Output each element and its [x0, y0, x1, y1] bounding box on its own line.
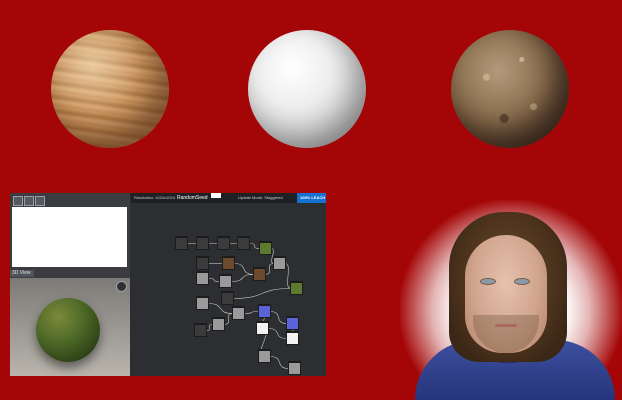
graph-node[interactable] — [288, 361, 301, 375]
node-link — [233, 263, 255, 275]
graph-toolbar: Resolution: 1024x1024 RandomSeed Update … — [131, 193, 326, 203]
graph-node[interactable] — [286, 316, 299, 330]
left-eye-icon — [481, 279, 495, 284]
resolution-label[interactable]: Resolution: 1024x1024 — [134, 193, 175, 203]
graph-node-thumbnail — [287, 333, 298, 344]
graph-node-thumbnail — [223, 258, 234, 269]
node-link — [269, 311, 288, 324]
material-editor-window: 3D View Resolution: 1024x1024 RandomSeed… — [10, 193, 326, 376]
graph-node-thumbnail — [220, 276, 231, 287]
update-mode-select[interactable]: Update Mode: Staggered — [238, 193, 283, 203]
graph-node[interactable] — [219, 274, 232, 288]
node-link — [269, 356, 290, 369]
graph-node[interactable] — [290, 281, 303, 295]
graph-node-thumbnail — [176, 238, 187, 249]
graph-node[interactable] — [258, 304, 271, 318]
graph-node[interactable] — [221, 291, 234, 305]
random-seed-input[interactable] — [211, 193, 221, 198]
graph-node-thumbnail — [222, 293, 233, 304]
graph-node-thumbnail — [287, 318, 298, 329]
viewport-settings-icon[interactable] — [116, 281, 127, 292]
portrait-face — [465, 235, 547, 353]
graph-node[interactable] — [253, 267, 266, 281]
tool-button-2[interactable] — [24, 196, 34, 206]
graph-node[interactable] — [232, 306, 245, 320]
right-eye-icon — [515, 279, 529, 284]
graph-node-thumbnail — [238, 238, 249, 249]
graph-node[interactable] — [196, 256, 209, 270]
graph-node-thumbnail — [197, 238, 208, 249]
author-portrait — [400, 200, 622, 400]
graph-node[interactable] — [286, 331, 299, 345]
graph-node[interactable] — [212, 317, 225, 331]
portrait-beard — [473, 315, 539, 353]
graph-node[interactable] — [222, 256, 235, 270]
graph-node[interactable] — [196, 271, 209, 285]
graph-node-thumbnail — [259, 306, 270, 317]
graph-node[interactable] — [237, 236, 250, 250]
node-link — [267, 328, 288, 339]
leach-button[interactable]: 100% LEACH — [297, 193, 326, 203]
graph-node-thumbnail — [233, 308, 244, 319]
graph-node[interactable] — [256, 321, 269, 335]
graph-node-thumbnail — [213, 319, 224, 330]
moss-preview-sphere — [36, 298, 100, 362]
graph-node-thumbnail — [197, 258, 208, 269]
random-seed-label: RandomSeed — [177, 195, 208, 201]
graph-node-thumbnail — [197, 298, 208, 309]
graph-node-thumbnail — [260, 243, 271, 254]
graph-node-thumbnail — [254, 269, 265, 280]
tab-3d-view[interactable]: 3D View — [10, 270, 34, 277]
tool-button-3[interactable] — [35, 196, 45, 206]
left-panel: 3D View — [10, 193, 130, 376]
node-link — [243, 311, 260, 314]
tool-button-1[interactable] — [13, 196, 23, 206]
graph-node[interactable] — [196, 296, 209, 310]
graph-node-thumbnail — [197, 273, 208, 284]
graph-node-thumbnail — [274, 258, 285, 269]
graph-node-thumbnail — [218, 238, 229, 249]
node-link — [248, 243, 261, 249]
portrait-mouth — [495, 324, 517, 327]
graph-node-thumbnail — [291, 283, 302, 294]
node-link — [207, 278, 221, 282]
3d-viewport[interactable] — [10, 278, 130, 376]
graph-node[interactable] — [258, 349, 271, 363]
node-link — [230, 274, 255, 282]
2d-preview — [12, 207, 127, 267]
dirt-material-sphere — [451, 30, 569, 148]
node-graph-area[interactable]: Resolution: 1024x1024 RandomSeed Update … — [131, 193, 326, 376]
graph-node-thumbnail — [289, 363, 300, 374]
graph-node[interactable] — [259, 241, 272, 255]
graph-node[interactable] — [175, 236, 188, 250]
node-link — [223, 313, 234, 325]
graph-node[interactable] — [217, 236, 230, 250]
node-link — [264, 263, 275, 275]
wood-material-sphere — [51, 30, 169, 148]
node-link — [205, 324, 214, 331]
graph-node-thumbnail — [259, 351, 270, 362]
graph-node[interactable] — [196, 236, 209, 250]
node-graph[interactable] — [131, 203, 326, 376]
node-link — [232, 288, 292, 299]
graph-node-thumbnail — [195, 325, 206, 336]
graph-node[interactable] — [273, 256, 286, 270]
plaster-material-sphere — [248, 30, 366, 148]
graph-node[interactable] — [194, 323, 207, 337]
graph-node-thumbnail — [257, 323, 268, 334]
